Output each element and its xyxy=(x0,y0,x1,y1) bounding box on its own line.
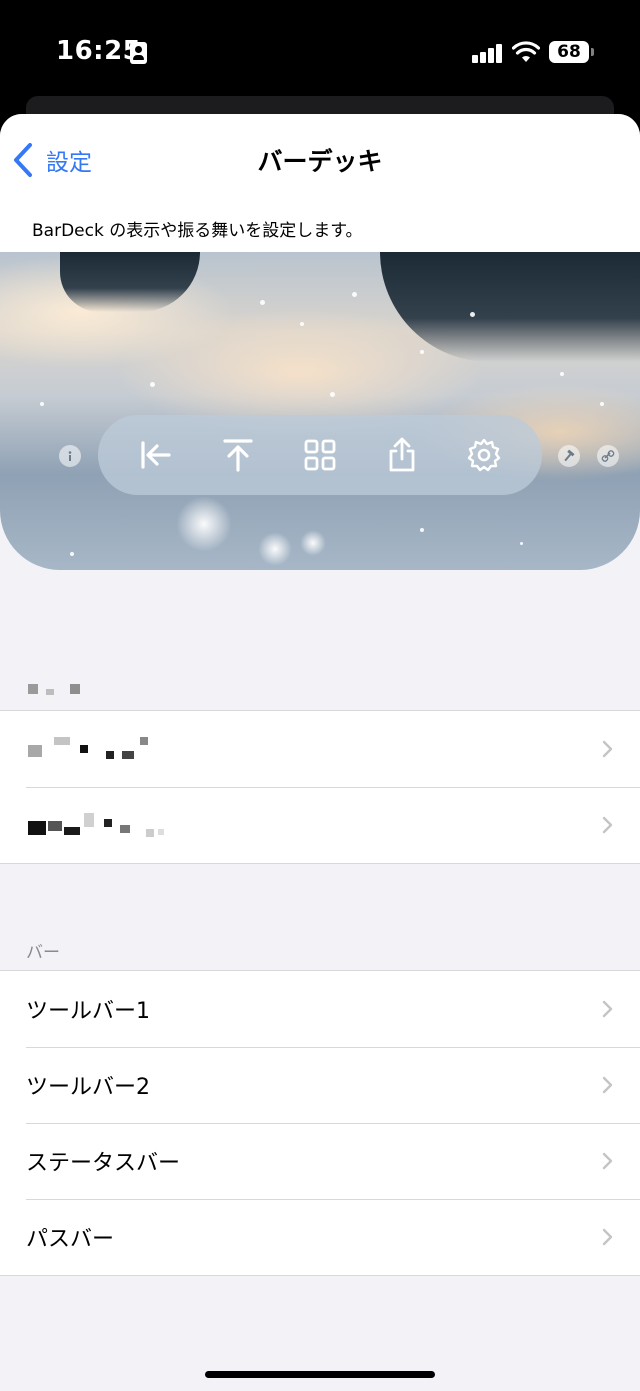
chevron-right-icon xyxy=(602,1000,613,1018)
cellular-signal-icon xyxy=(472,43,504,63)
chevron-right-icon xyxy=(602,1228,613,1246)
arrow-left-to-line-icon[interactable] xyxy=(136,435,176,475)
status-time: 16:25 xyxy=(56,36,142,66)
snowflake xyxy=(420,350,424,354)
redacted-list xyxy=(0,710,640,864)
hammer-icon[interactable] xyxy=(558,445,580,467)
snowflake xyxy=(260,300,265,305)
list-item-label: ツールバー1 xyxy=(26,999,150,1024)
snowflake xyxy=(40,402,44,406)
redacted-section-header xyxy=(28,684,84,696)
share-icon[interactable] xyxy=(382,435,422,475)
snowflake xyxy=(560,372,564,376)
section-header-bar: バー xyxy=(26,943,60,963)
status-bar: 16:25 68 xyxy=(0,0,640,100)
chevron-right-icon xyxy=(602,1152,613,1170)
wifi-icon xyxy=(512,41,540,62)
list-item-toolbar-2[interactable]: ツールバー2 xyxy=(0,1047,640,1123)
redacted-label xyxy=(28,813,168,837)
home-indicator[interactable] xyxy=(205,1371,435,1378)
redacted-label xyxy=(28,737,152,761)
list-item[interactable] xyxy=(0,787,640,863)
info-icon[interactable] xyxy=(59,445,81,467)
battery-level: 68 xyxy=(557,42,581,62)
list-item-label: ツールバー2 xyxy=(26,1075,150,1100)
snowy-trees xyxy=(60,252,200,312)
chevron-right-icon xyxy=(602,1076,613,1094)
snowflake xyxy=(520,542,523,545)
snowy-trees xyxy=(380,252,640,362)
snowflake xyxy=(330,392,335,397)
id-card-icon xyxy=(130,42,147,64)
link-icon[interactable] xyxy=(597,445,619,467)
header-area: 設定 バーデッキ BarDeck の表示や振る舞いを設定します。 xyxy=(0,114,640,252)
snowflake xyxy=(420,528,424,532)
list-item[interactable] xyxy=(0,711,640,787)
arrow-up-to-line-icon[interactable] xyxy=(218,435,258,475)
gear-icon[interactable] xyxy=(464,435,504,475)
bardeck-preview-image xyxy=(0,252,640,570)
snowflake xyxy=(150,382,155,387)
snow-glow xyxy=(258,532,292,566)
list-item-label: パスバー xyxy=(26,1227,115,1252)
chevron-right-icon xyxy=(602,740,613,758)
snowflake xyxy=(600,402,604,406)
snow-glow xyxy=(176,496,232,552)
snowflake xyxy=(300,322,304,326)
snowflake xyxy=(70,552,74,556)
list-item-path-bar[interactable]: パスバー xyxy=(0,1199,640,1275)
snowflake xyxy=(470,312,475,317)
list-item-label: ステータスバー xyxy=(26,1151,181,1176)
snow-glow xyxy=(300,530,326,556)
settings-sheet: 設定 バーデッキ BarDeck の表示や振る舞いを設定します。 バー ツールバ… xyxy=(0,114,640,1391)
snowflake xyxy=(352,292,357,297)
list-item-toolbar-1[interactable]: ツールバー1 xyxy=(0,971,640,1047)
preview-toolbar xyxy=(98,415,542,495)
page-title: バーデッキ xyxy=(257,147,383,176)
description-text: BarDeck の表示や振る舞いを設定します。 xyxy=(32,221,363,241)
grid-icon[interactable] xyxy=(300,435,340,475)
list-item-status-bar[interactable]: ステータスバー xyxy=(0,1123,640,1199)
battery-icon: 68 xyxy=(549,41,594,63)
chevron-right-icon xyxy=(602,816,613,834)
bar-list: ツールバー1 ツールバー2 ステータスバー パスバー xyxy=(0,970,640,1276)
